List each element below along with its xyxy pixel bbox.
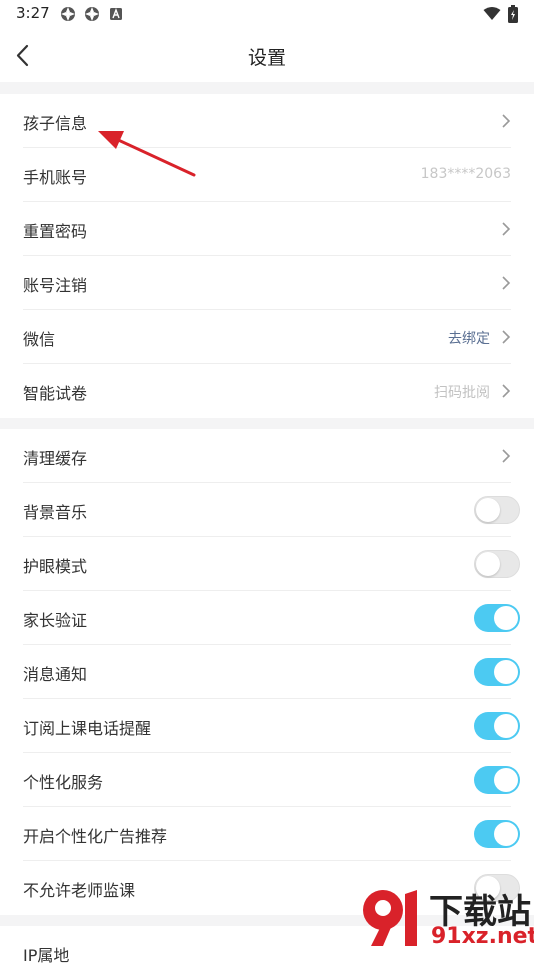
notifications-toggle[interactable]: [474, 658, 520, 686]
app-a-icon: [110, 8, 122, 20]
toggle-knob: [476, 498, 500, 522]
row-label: 微信: [23, 330, 56, 349]
battery-icon: [508, 5, 518, 23]
row-label: 消息通知: [23, 665, 88, 684]
watermark-logo-icon: [363, 890, 417, 946]
class-call-reminder-toggle[interactable]: [474, 712, 520, 740]
personalized-ads-toggle[interactable]: [474, 820, 520, 848]
row-label: 清理缓存: [23, 449, 88, 468]
row-label: 订阅上课电话提醒: [23, 719, 152, 738]
row-label: 护眼模式: [23, 557, 88, 576]
row-label: 孩子信息: [23, 114, 88, 133]
background-music-toggle[interactable]: [474, 496, 520, 524]
row-parent-verify: 家长验证: [0, 591, 534, 645]
row-label: 家长验证: [23, 611, 88, 630]
parent-verify-toggle[interactable]: [474, 604, 520, 632]
app-icon: [85, 7, 99, 21]
chevron-right-icon: [502, 276, 511, 290]
row-background-music: 背景音乐: [0, 483, 534, 537]
row-class-call-reminder: 订阅上课电话提醒: [0, 699, 534, 753]
row-eye-protection: 护眼模式: [0, 537, 534, 591]
chevron-right-icon: [502, 449, 511, 463]
phone-number-value: 183****2063: [420, 166, 511, 182]
row-label: 个性化服务: [23, 773, 104, 792]
row-label: 不允许老师监课: [23, 881, 136, 900]
row-reset-password[interactable]: 重置密码: [0, 202, 534, 256]
chevron-right-icon: [502, 114, 511, 128]
row-personalized-service: 个性化服务: [0, 753, 534, 807]
status-time: 3:27: [16, 4, 50, 22]
toggle-knob: [494, 768, 518, 792]
row-account-cancel[interactable]: 账号注销: [0, 256, 534, 310]
wechat-bind-link[interactable]: 去绑定: [448, 328, 490, 348]
watermark: 下载站 91xz.net: [355, 882, 534, 950]
row-personalized-ads: 开启个性化广告推荐: [0, 807, 534, 861]
toggle-knob: [494, 714, 518, 738]
status-bar: 3:27: [0, 0, 534, 30]
row-notifications: 消息通知: [0, 645, 534, 699]
personalized-service-toggle[interactable]: [474, 766, 520, 794]
row-smart-paper[interactable]: 智能试卷 扫码批阅: [0, 364, 534, 418]
row-label: 手机账号: [23, 168, 88, 187]
row-label: 账号注销: [23, 276, 88, 295]
row-label: IP属地: [23, 946, 70, 965]
row-clear-cache[interactable]: 清理缓存: [0, 429, 534, 483]
watermark-url: 91xz.net: [431, 924, 534, 949]
row-label: 重置密码: [23, 222, 88, 241]
chevron-right-icon: [502, 222, 511, 236]
nav-bar: 设置: [0, 30, 534, 82]
chevron-right-icon: [502, 384, 511, 398]
eye-protection-toggle[interactable]: [474, 550, 520, 578]
row-label: 开启个性化广告推荐: [23, 827, 168, 846]
toggle-knob: [494, 606, 518, 630]
toggle-knob: [494, 660, 518, 684]
row-child-info[interactable]: 孩子信息: [0, 94, 534, 148]
section-divider: [0, 82, 534, 94]
row-wechat[interactable]: 微信 去绑定: [0, 310, 534, 364]
page-title: 设置: [247, 47, 286, 69]
app-icon: [61, 7, 75, 21]
wifi-icon: [483, 7, 501, 20]
row-label: 智能试卷: [23, 384, 88, 403]
annotation-arrow: [98, 131, 196, 177]
row-label: 背景音乐: [23, 503, 88, 522]
chevron-right-icon: [502, 330, 511, 344]
section-divider: [0, 418, 534, 429]
toggle-knob: [494, 822, 518, 846]
toggle-knob: [476, 552, 500, 576]
row-phone-account: 手机账号 183****2063: [0, 148, 534, 202]
scan-review-value: 扫码批阅: [434, 385, 490, 401]
